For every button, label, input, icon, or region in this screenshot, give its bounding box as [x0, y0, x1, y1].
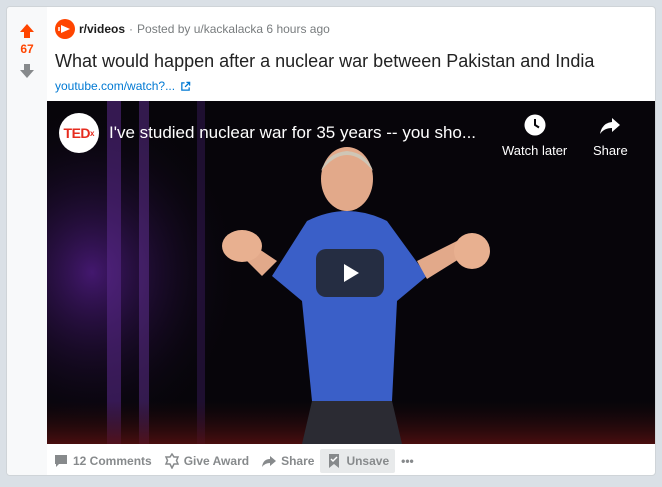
subreddit-icon[interactable] — [55, 19, 75, 39]
video-play-icon — [58, 25, 70, 33]
post-actions: 12 Comments Give Award Share Unsave ••• — [47, 449, 420, 473]
external-link-icon — [181, 81, 191, 91]
award-icon — [164, 453, 179, 469]
unsave-label: Unsave — [346, 454, 390, 468]
watch-later-label: Watch later — [502, 143, 568, 158]
video-share-button[interactable]: Share — [593, 113, 628, 158]
channel-logo-sup: x — [90, 128, 95, 138]
share-button[interactable]: Share — [255, 449, 320, 473]
post-title[interactable]: What would happen after a nuclear war be… — [55, 51, 594, 72]
more-options-button[interactable]: ••• — [395, 449, 420, 473]
video-title[interactable]: I've studied nuclear war for 35 years --… — [109, 123, 476, 143]
clock-icon — [524, 114, 546, 136]
watch-later-button[interactable]: Watch later — [502, 113, 567, 158]
post-card[interactable]: 67 r/videos · Posted by u/kackalacka 6 h… — [6, 6, 656, 476]
give-award-button[interactable]: Give Award — [158, 449, 255, 473]
unsave-button[interactable]: Unsave — [320, 449, 396, 473]
meta-separator: · — [129, 22, 134, 36]
comment-icon — [55, 455, 67, 467]
share-arrow-icon — [600, 118, 621, 134]
give-award-label: Give Award — [183, 454, 250, 468]
vote-column: 67 — [7, 7, 47, 475]
posted-by[interactable]: Posted by u/kackalacka 6 hours ago — [137, 22, 330, 36]
play-icon — [344, 264, 359, 282]
post-meta: r/videos · Posted by u/kackalacka 6 hour… — [55, 19, 330, 39]
comments-button[interactable]: 12 Comments — [47, 449, 158, 473]
link-text[interactable]: youtube.com/watch?... — [55, 79, 175, 93]
upvote-button[interactable] — [17, 21, 37, 41]
downvote-button[interactable] — [17, 61, 37, 81]
subreddit-link[interactable]: r/videos — [79, 22, 125, 36]
more-options-icon: ••• — [401, 454, 414, 468]
play-button[interactable] — [316, 249, 384, 297]
video-share-label: Share — [593, 143, 628, 158]
video-player[interactable]: TED x I've studied nuclear war for 35 yea… — [47, 101, 655, 444]
upvote-arrow-icon — [20, 24, 34, 38]
bookmark-icon — [329, 454, 340, 468]
comments-label: 12 Comments — [73, 454, 152, 468]
vote-score: 67 — [20, 42, 34, 56]
channel-logo-text: TED — [63, 125, 91, 141]
post-link[interactable]: youtube.com/watch?... — [55, 79, 191, 93]
channel-logo[interactable]: TED x — [59, 113, 99, 153]
share-label: Share — [281, 454, 315, 468]
downvote-arrow-icon — [20, 64, 34, 78]
share-icon — [262, 456, 277, 467]
